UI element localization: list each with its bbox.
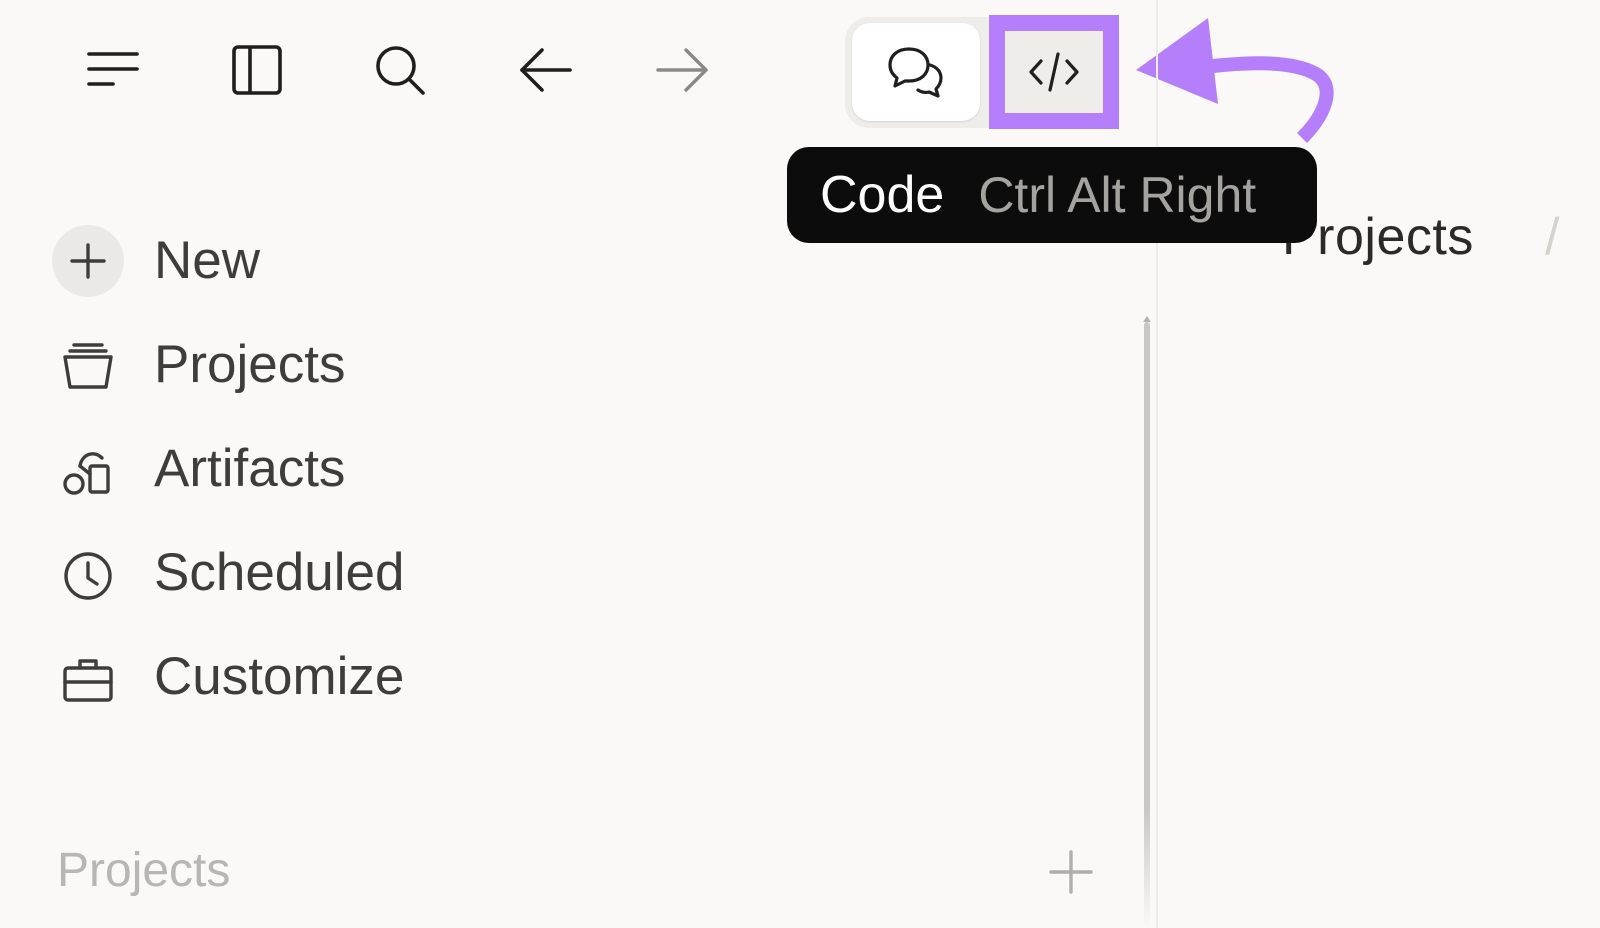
sidebar-scrollbar[interactable] [1144, 322, 1150, 928]
nav-item-projects[interactable]: Projects [154, 335, 345, 395]
search-button[interactable] [370, 40, 430, 100]
add-project-button[interactable] [1047, 848, 1095, 896]
nav-item-new[interactable]: New [154, 231, 260, 291]
back-button[interactable] [516, 40, 576, 100]
briefcase-icon [60, 652, 116, 708]
nav-item-scheduled[interactable]: Scheduled [154, 543, 404, 603]
folder-stack-icon [60, 339, 116, 395]
nav-item-customize[interactable]: Customize [154, 647, 404, 707]
breadcrumb-separator: / [1545, 208, 1560, 266]
code-mode-button[interactable] [989, 15, 1119, 129]
code-brackets-icon [1029, 52, 1079, 92]
plus-icon [60, 233, 116, 289]
arrow-left-icon [520, 48, 572, 92]
code-tooltip: Code Ctrl Alt Right [787, 147, 1317, 243]
projects-section-header: Projects [57, 844, 231, 897]
nav-item-artifacts[interactable]: Artifacts [154, 439, 345, 499]
menu-button[interactable] [83, 40, 143, 100]
tooltip-shortcut: Ctrl Alt Right [978, 167, 1257, 223]
forward-button[interactable] [652, 40, 712, 100]
sidebar-toggle-button[interactable] [227, 40, 287, 100]
sidebar-panel-icon [232, 45, 282, 95]
tooltip-label: Code [820, 166, 945, 224]
clock-icon [60, 548, 116, 604]
menu-icon [87, 52, 139, 86]
shapes-icon [60, 444, 116, 500]
chat-bubbles-icon [888, 47, 943, 98]
panel-divider [1156, 0, 1158, 928]
search-icon [376, 46, 425, 95]
annotation-arrow-icon [1136, 18, 1334, 143]
plus-icon [1049, 850, 1093, 894]
chat-mode-button[interactable] [852, 23, 980, 121]
arrow-right-icon [656, 48, 708, 92]
